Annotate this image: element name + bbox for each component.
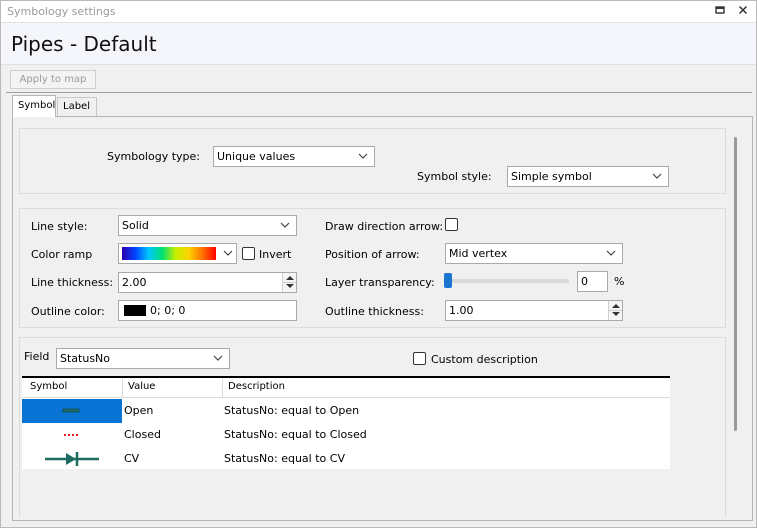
spin-down-icon[interactable] [612,312,620,316]
restore-icon[interactable] [712,4,728,20]
chevron-down-icon [223,244,233,256]
spin-buttons[interactable] [608,301,622,320]
tab-label[interactable]: Label [57,97,97,116]
row-value: CV [124,452,140,465]
column-header-value[interactable]: Value [128,381,155,392]
outline-color-picker[interactable]: 0; 0; 0 [118,300,297,321]
row-description: StatusNo: equal to Open [224,404,360,417]
table-row[interactable]: Open StatusNo: equal to Open [22,399,670,423]
color-ramp-label: Color ramp [31,248,93,261]
row-description: StatusNo: equal to CV [224,452,345,465]
transparency-input[interactable]: 0 [577,271,608,292]
spin-down-icon[interactable] [286,284,294,288]
row-symbol-cell [22,447,122,471]
custom-description-checkbox[interactable] [413,352,426,365]
apply-to-map-button[interactable]: Apply to map [10,70,96,89]
direction-arrow-checkbox[interactable] [445,218,458,231]
outline-thickness-value: 1.00 [449,304,474,317]
column-header-description[interactable]: Description [228,381,285,392]
line-style-value: Solid [122,219,149,232]
toolbar-divider [6,92,752,93]
row-description: StatusNo: equal to Closed [224,428,367,441]
symbol-style-value: Simple symbol [511,170,592,183]
row-symbol-cell [22,399,122,423]
line-style-label: Line style: [31,220,88,233]
table-row[interactable]: Closed StatusNo: equal to Closed [22,423,670,447]
direction-arrow-label: Draw direction arrow: [325,220,444,233]
outline-color-value: 0; 0; 0 [150,304,186,317]
chevron-down-icon [358,147,368,159]
arrow-position-select[interactable]: Mid vertex [445,243,623,264]
symbol-classes-table[interactable]: Symbol Value Description Open StatusNo: … [22,376,670,469]
column-header-symbol[interactable]: Symbol [30,381,67,392]
row-symbol-cell [22,423,122,447]
window-title: Symbology settings [7,5,116,18]
symbology-settings-window: Symbology settings Pipes - Default Apply… [0,0,757,528]
symbol-style-label: Symbol style: [417,170,492,183]
layer-transparency-label: Layer transparency: [325,276,435,289]
line-thickness-label: Line thickness: [31,276,114,289]
spin-up-icon[interactable] [612,304,620,308]
solid-line-icon [62,408,80,413]
outline-thickness-label: Outline thickness: [325,305,424,318]
page-title: Pipes - Default [11,32,157,56]
arrow-position-value: Mid vertex [449,247,508,260]
color-swatch [124,305,146,316]
close-icon[interactable] [735,4,751,20]
spin-buttons[interactable] [282,273,296,292]
symbology-type-select[interactable]: Unique values [213,146,375,167]
field-select[interactable]: StatusNo [56,348,230,369]
check-valve-icon [45,452,99,466]
chevron-down-icon [652,167,662,179]
outline-color-label: Outline color: [31,305,105,318]
invert-label: Invert [259,248,292,261]
tab-symbol[interactable]: Symbol [12,95,56,117]
chevron-down-icon [606,244,616,256]
symbol-style-select[interactable]: Simple symbol [507,166,669,187]
row-value: Open [124,404,154,417]
scrollbar-thumb[interactable] [734,137,737,431]
title-bar: Symbology settings [1,1,756,23]
chevron-down-icon [213,349,223,361]
percent-unit: % [614,275,625,288]
line-style-select[interactable]: Solid [118,215,297,236]
row-value: Closed [124,428,161,441]
arrow-position-label: Position of arrow: [325,248,420,261]
transparency-slider-track[interactable] [445,279,569,283]
color-ramp-select[interactable] [118,243,237,264]
spin-up-icon[interactable] [286,276,294,280]
invert-checkbox[interactable] [242,247,255,260]
line-thickness-stepper[interactable]: 2.00 [118,272,297,293]
field-value: StatusNo [60,352,111,365]
custom-description-label: Custom description [431,353,538,366]
transparency-value: 0 [581,275,588,288]
layer-header: Pipes - Default [1,23,756,65]
chevron-down-icon [280,216,290,228]
field-label: Field [24,350,50,363]
symbology-type-label: Symbology type: [107,150,200,163]
dashed-red-line-icon [64,434,79,436]
color-ramp-preview [122,247,216,260]
vertical-scrollbar[interactable] [731,121,745,516]
symbology-type-value: Unique values [217,150,296,163]
outline-thickness-stepper[interactable]: 1.00 [445,300,623,321]
table-header: Symbol Value Description [22,378,670,398]
table-row[interactable]: CV StatusNo: equal to CV [22,447,670,471]
line-thickness-value: 2.00 [122,276,147,289]
table-empty-area [22,469,670,515]
transparency-slider-thumb[interactable] [444,273,452,288]
